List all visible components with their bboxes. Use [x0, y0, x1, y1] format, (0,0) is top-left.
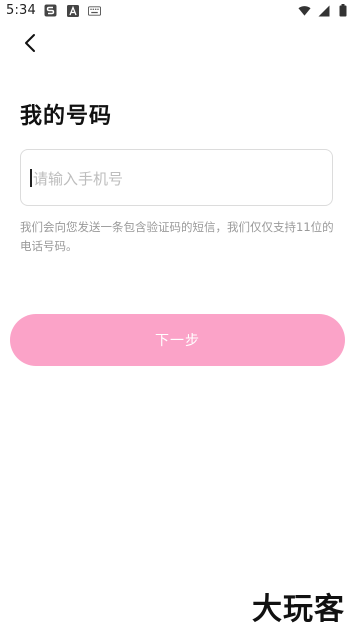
back-button[interactable]	[18, 33, 42, 57]
phone-input[interactable]	[31, 150, 325, 207]
system-icons	[298, 4, 349, 17]
battery-icon	[336, 4, 349, 17]
page-title: 我的号码	[20, 104, 113, 129]
watermark: 大玩客	[252, 592, 345, 627]
signal-icon	[317, 4, 330, 17]
next-button[interactable]: 下一步	[10, 314, 345, 366]
sms-hint-text: 我们会向您发送一条包含验证码的短信，我们仅仅支持11位的电话号码。	[20, 220, 334, 253]
chevron-left-icon	[23, 33, 37, 57]
status-bar: 5:34	[0, 0, 355, 24]
wifi-icon	[298, 4, 311, 17]
status-time: 5:34	[6, 3, 36, 18]
phone-field[interactable]	[20, 149, 333, 207]
s-app-icon	[44, 4, 57, 17]
notification-icons	[44, 4, 101, 17]
a-app-icon	[66, 4, 79, 17]
keyboard-icon	[88, 4, 101, 17]
